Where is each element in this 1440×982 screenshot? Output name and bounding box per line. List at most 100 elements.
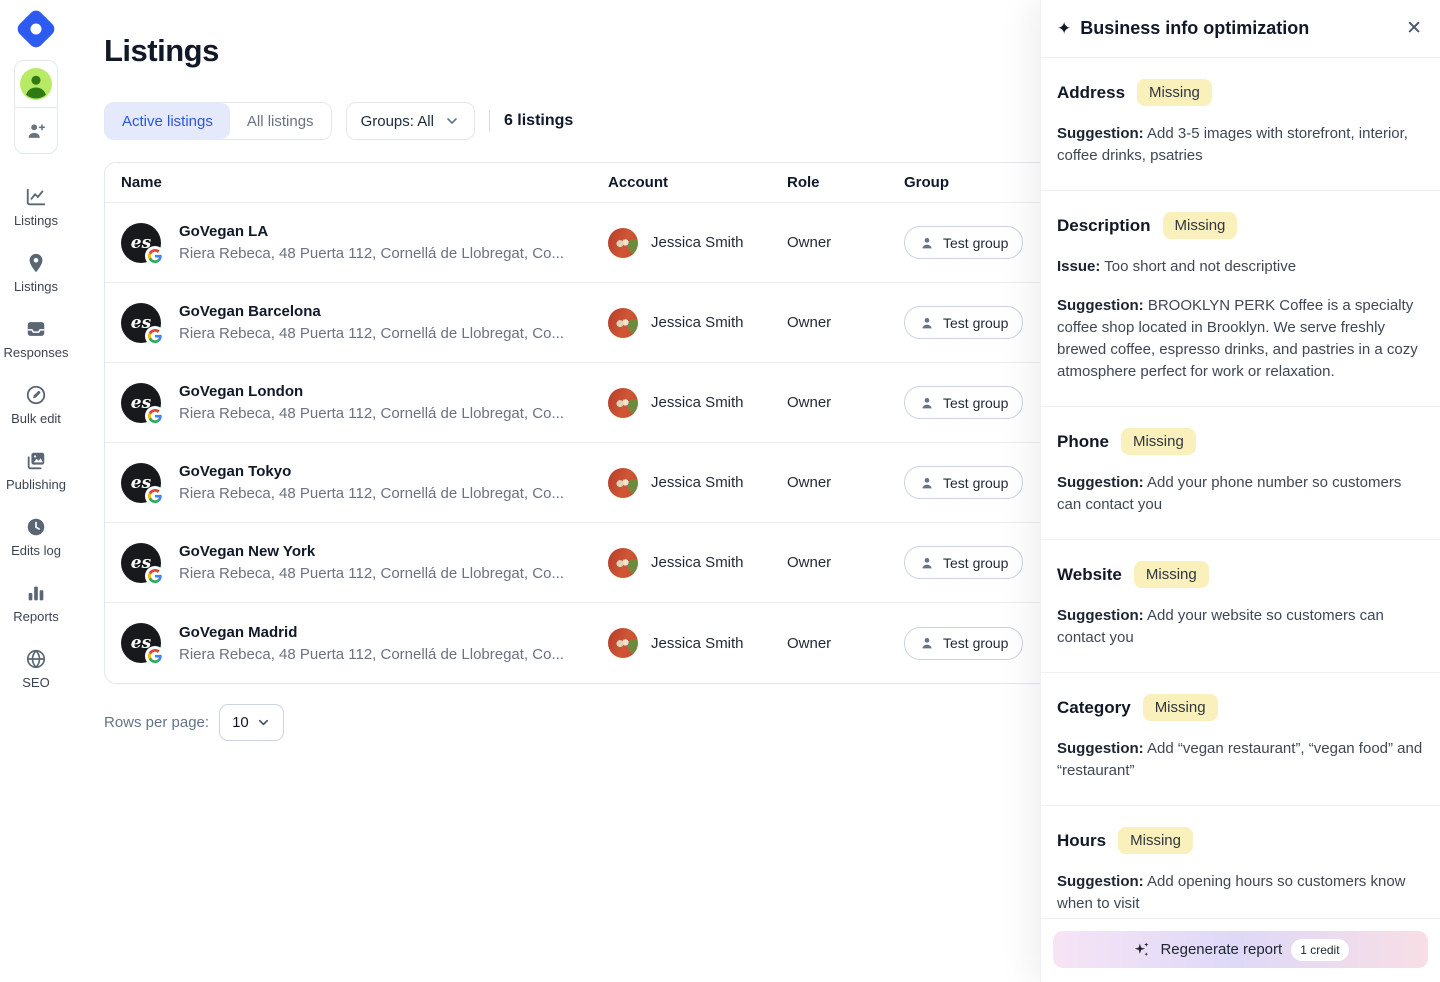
group-button[interactable]: Test group bbox=[904, 226, 1023, 259]
listing-name-block: GoVegan LA Riera Rebeca, 48 Puerta 112, … bbox=[179, 223, 564, 262]
status-badge: Missing bbox=[1118, 827, 1193, 854]
sidebar-item-listings[interactable]: Listings bbox=[0, 252, 72, 294]
image-icon bbox=[25, 450, 47, 472]
section-category: Category Missing Suggestion: Add “vegan … bbox=[1041, 673, 1440, 806]
sidebar-item-reports[interactable]: Reports bbox=[0, 582, 72, 624]
account-cell: Jessica Smith bbox=[608, 228, 787, 258]
suggestion-text: Suggestion: Add 3-5 images with storefro… bbox=[1057, 123, 1424, 167]
account-cell: Jessica Smith bbox=[608, 468, 787, 498]
table-row[interactable]: es GoVegan New York Riera Rebeca, 48 Pue… bbox=[105, 523, 1063, 603]
business-avatar: es bbox=[121, 463, 161, 503]
table-row[interactable]: es GoVegan Madrid Riera Rebeca, 48 Puert… bbox=[105, 603, 1063, 683]
group-button-label: Test group bbox=[943, 635, 1008, 651]
person-icon bbox=[919, 395, 935, 411]
sidebar-item-publishing[interactable]: Publishing bbox=[0, 450, 72, 492]
account-cell: Jessica Smith bbox=[608, 548, 787, 578]
listing-name-cell: es GoVegan LA Riera Rebeca, 48 Puerta 11… bbox=[121, 223, 608, 263]
sidebar-item-label: Publishing bbox=[6, 477, 66, 492]
role-value: Owner bbox=[787, 234, 904, 251]
section-head: Category Missing bbox=[1057, 694, 1424, 721]
group-button[interactable]: Test group bbox=[904, 546, 1023, 579]
section-description: Description Missing Issue: Too short and… bbox=[1041, 191, 1440, 407]
account-cell: Jessica Smith bbox=[608, 628, 787, 658]
section-title: Category bbox=[1057, 698, 1131, 718]
group-button[interactable]: Test group bbox=[904, 627, 1023, 660]
sidebar-item-label: Listings bbox=[14, 279, 58, 294]
business-avatar: es bbox=[121, 623, 161, 663]
column-header-role: Role bbox=[787, 174, 904, 191]
business-avatar: es bbox=[121, 383, 161, 423]
sidebar-item-responses[interactable]: Responses bbox=[0, 318, 72, 360]
groups-dropdown[interactable]: Groups: All bbox=[346, 102, 475, 140]
google-badge bbox=[145, 246, 165, 266]
sidebar-item-listings-analytics[interactable]: Listings bbox=[0, 186, 72, 228]
table-row[interactable]: es GoVegan London Riera Rebeca, 48 Puert… bbox=[105, 363, 1063, 443]
business-avatar: es bbox=[121, 303, 161, 343]
google-badge bbox=[145, 646, 165, 666]
add-account-button[interactable] bbox=[15, 107, 57, 153]
tab-active-listings[interactable]: Active listings bbox=[105, 103, 230, 139]
group-button-label: Test group bbox=[943, 235, 1008, 251]
account-name: Jessica Smith bbox=[651, 474, 744, 491]
listing-name-cell: es GoVegan Madrid Riera Rebeca, 48 Puert… bbox=[121, 623, 608, 663]
table-row[interactable]: es GoVegan Tokyo Riera Rebeca, 48 Puerta… bbox=[105, 443, 1063, 523]
google-icon bbox=[148, 249, 162, 263]
chevron-down-icon bbox=[444, 113, 460, 129]
panel-body: Address Missing Suggestion: Add 3-5 imag… bbox=[1041, 58, 1440, 918]
table-row[interactable]: es GoVegan Barcelona Riera Rebeca, 48 Pu… bbox=[105, 283, 1063, 363]
status-badge: Missing bbox=[1143, 694, 1218, 721]
listing-address: Riera Rebeca, 48 Puerta 112, Cornellá de… bbox=[179, 646, 564, 663]
google-badge bbox=[145, 486, 165, 506]
group-button[interactable]: Test group bbox=[904, 306, 1023, 339]
business-avatar: es bbox=[121, 223, 161, 263]
rows-per-page-select[interactable]: 10 bbox=[219, 704, 284, 741]
tab-all-listings[interactable]: All listings bbox=[230, 103, 331, 139]
listing-name: GoVegan LA bbox=[179, 223, 564, 240]
suggestion-text: Suggestion: Add opening hours so custome… bbox=[1057, 871, 1424, 915]
business-avatar: es bbox=[121, 543, 161, 583]
sidebar-item-label: Bulk edit bbox=[11, 411, 61, 426]
close-icon[interactable]: ✕ bbox=[1404, 17, 1424, 40]
main-content: Listings Active listings All listings Gr… bbox=[104, 0, 1064, 741]
panel-header: ✦ Business info optimization ✕ bbox=[1041, 0, 1440, 58]
person-icon bbox=[919, 235, 935, 251]
group-button[interactable]: Test group bbox=[904, 386, 1023, 419]
regenerate-report-button[interactable]: Regenerate report 1 credit bbox=[1053, 931, 1428, 968]
google-icon bbox=[148, 489, 162, 503]
google-icon bbox=[148, 409, 162, 423]
account-photo-avatar bbox=[608, 228, 638, 258]
person-icon bbox=[919, 315, 935, 331]
rows-per-page-value: 10 bbox=[232, 714, 249, 731]
sidebar-nav: Listings Listings Responses Bulk edit bbox=[0, 186, 72, 690]
person-icon bbox=[20, 68, 52, 100]
sidebar-item-edits-log[interactable]: Edits log bbox=[0, 516, 72, 558]
section-head: Website Missing bbox=[1057, 561, 1424, 588]
group-button-label: Test group bbox=[943, 315, 1008, 331]
edit-circle-icon bbox=[25, 384, 47, 406]
listing-address: Riera Rebeca, 48 Puerta 112, Cornellá de… bbox=[179, 245, 564, 262]
listing-name-block: GoVegan Tokyo Riera Rebeca, 48 Puerta 11… bbox=[179, 463, 564, 502]
pagination: Rows per page: 10 bbox=[104, 704, 1064, 741]
sidebar-item-bulk-edit[interactable]: Bulk edit bbox=[0, 384, 72, 426]
role-value: Owner bbox=[787, 314, 904, 331]
bar-chart-icon bbox=[25, 582, 47, 604]
inbox-icon bbox=[25, 318, 47, 340]
current-account-button[interactable] bbox=[15, 61, 57, 107]
section-title: Address bbox=[1057, 83, 1125, 103]
listing-address: Riera Rebeca, 48 Puerta 112, Cornellá de… bbox=[179, 405, 564, 422]
role-value: Owner bbox=[787, 394, 904, 411]
groups-dropdown-label: Groups: All bbox=[361, 113, 434, 130]
google-badge bbox=[145, 406, 165, 426]
sidebar-item-seo[interactable]: SEO bbox=[0, 648, 72, 690]
table-row[interactable]: es GoVegan LA Riera Rebeca, 48 Puerta 11… bbox=[105, 203, 1063, 283]
listing-name-cell: es GoVegan Tokyo Riera Rebeca, 48 Puerta… bbox=[121, 463, 608, 503]
section-head: Address Missing bbox=[1057, 79, 1424, 106]
suggestion-text: Suggestion: Add “vegan restaurant”, “veg… bbox=[1057, 738, 1424, 782]
listing-address: Riera Rebeca, 48 Puerta 112, Cornellá de… bbox=[179, 565, 564, 582]
account-photo-avatar bbox=[608, 388, 638, 418]
chevron-down-icon bbox=[256, 715, 271, 730]
chart-line-icon bbox=[25, 186, 47, 208]
group-button[interactable]: Test group bbox=[904, 466, 1023, 499]
app-logo[interactable] bbox=[15, 8, 57, 50]
person-plus-icon bbox=[25, 120, 47, 142]
